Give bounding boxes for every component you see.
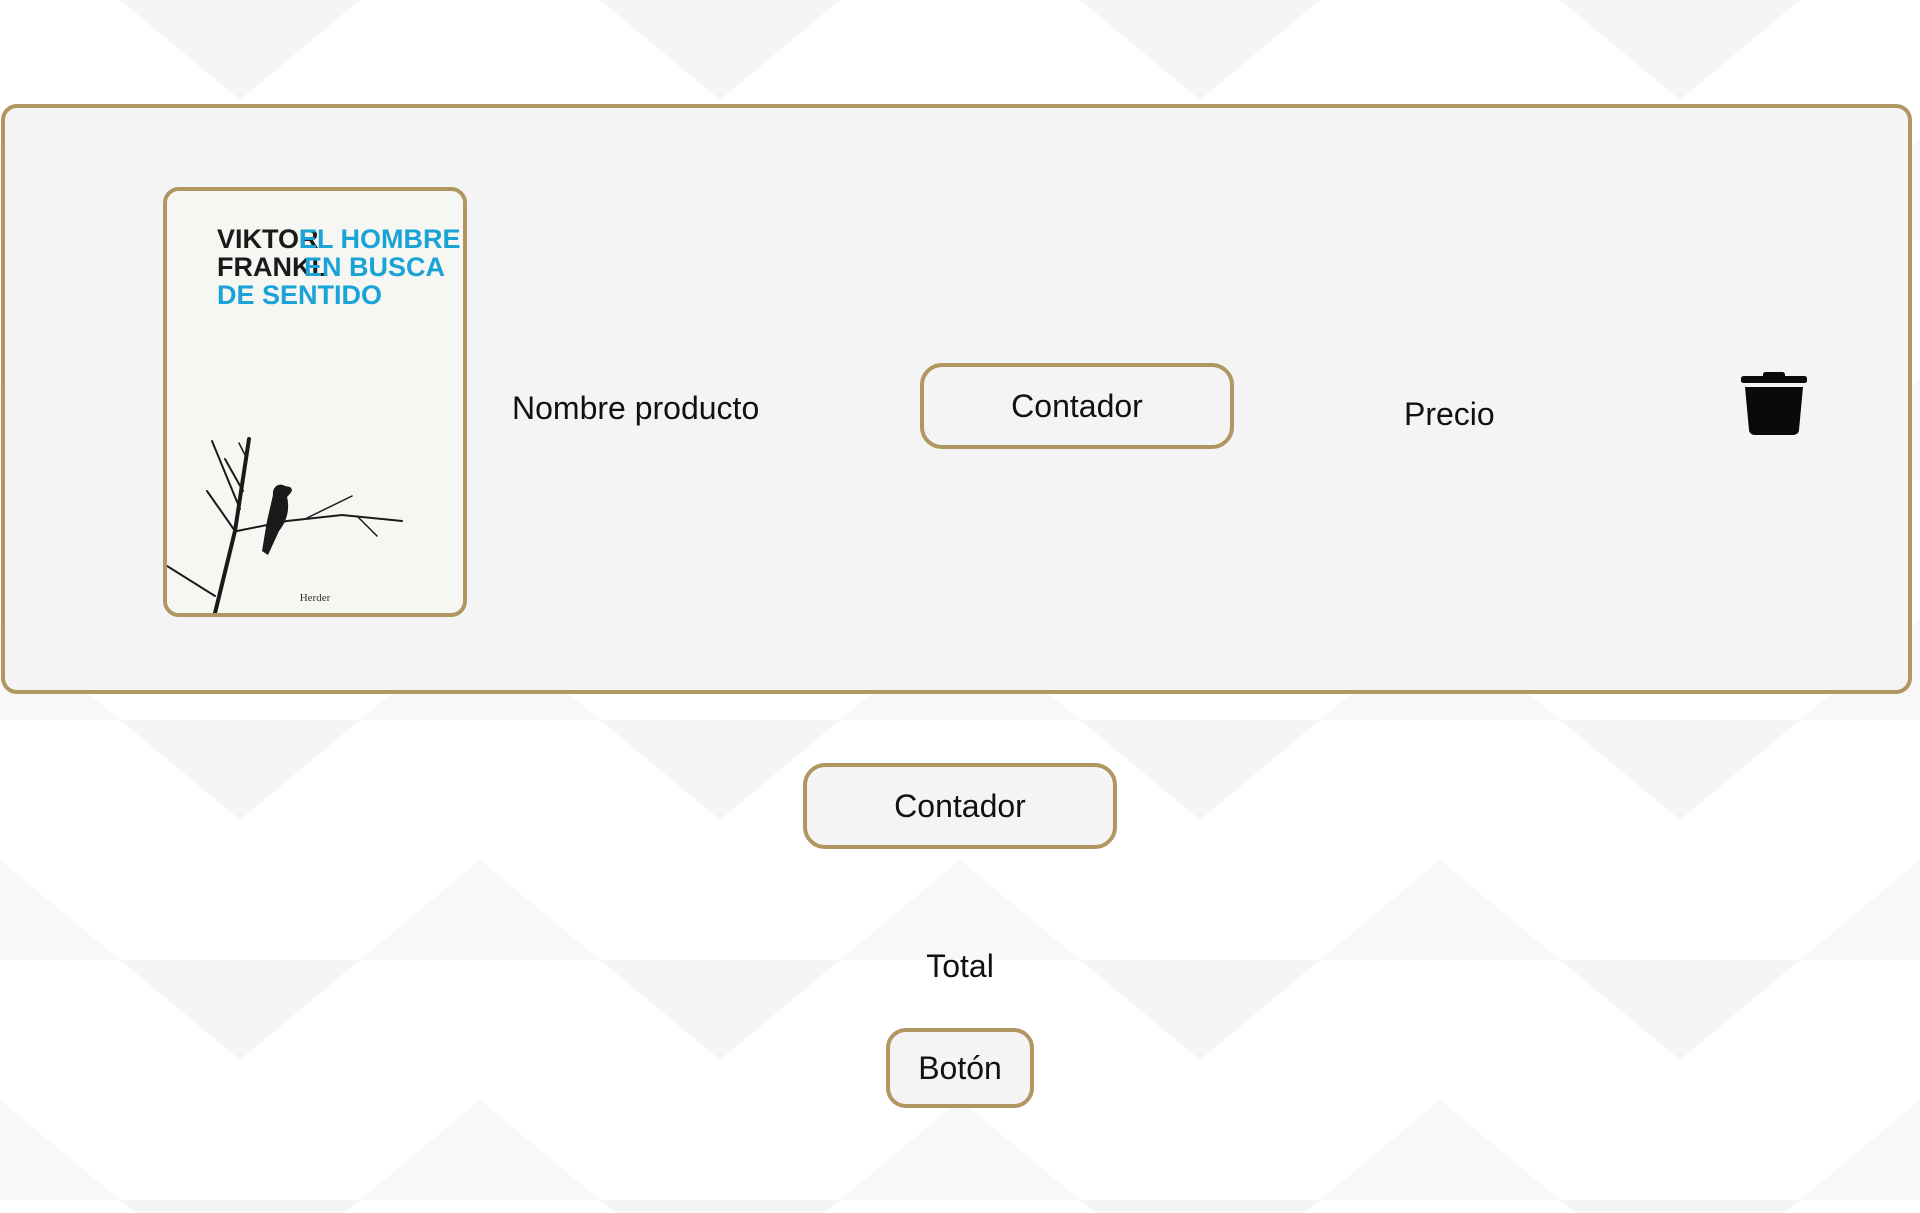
book-cover-art: VIKTOR FRANKL EL HOMBRE EN BUSCA DE SENT… [167, 191, 463, 613]
checkout-button[interactable]: Botón [886, 1028, 1034, 1108]
cart-total-counter[interactable]: Contador [803, 763, 1117, 849]
cart-total-label: Total [926, 948, 994, 984]
cover-title-line1: EL HOMBRE [299, 224, 461, 254]
cart-item-card: VIKTOR FRANKL EL HOMBRE EN BUSCA DE SENT… [1, 104, 1912, 694]
total-counter-label: Contador [894, 787, 1026, 824]
trash-icon[interactable] [1740, 370, 1808, 436]
cover-publisher: Herder [300, 592, 331, 604]
checkout-button-label: Botón [918, 1049, 1002, 1086]
product-name: Nombre producto [512, 390, 760, 426]
product-price: Precio [1404, 396, 1495, 432]
item-quantity-counter[interactable]: Contador [920, 363, 1234, 449]
cover-title-line3: DE SENTIDO [217, 280, 382, 310]
item-counter-label: Contador [1011, 387, 1143, 424]
product-image: VIKTOR FRANKL EL HOMBRE EN BUSCA DE SENT… [163, 187, 467, 617]
cover-title-line2: EN BUSCA [304, 252, 445, 282]
